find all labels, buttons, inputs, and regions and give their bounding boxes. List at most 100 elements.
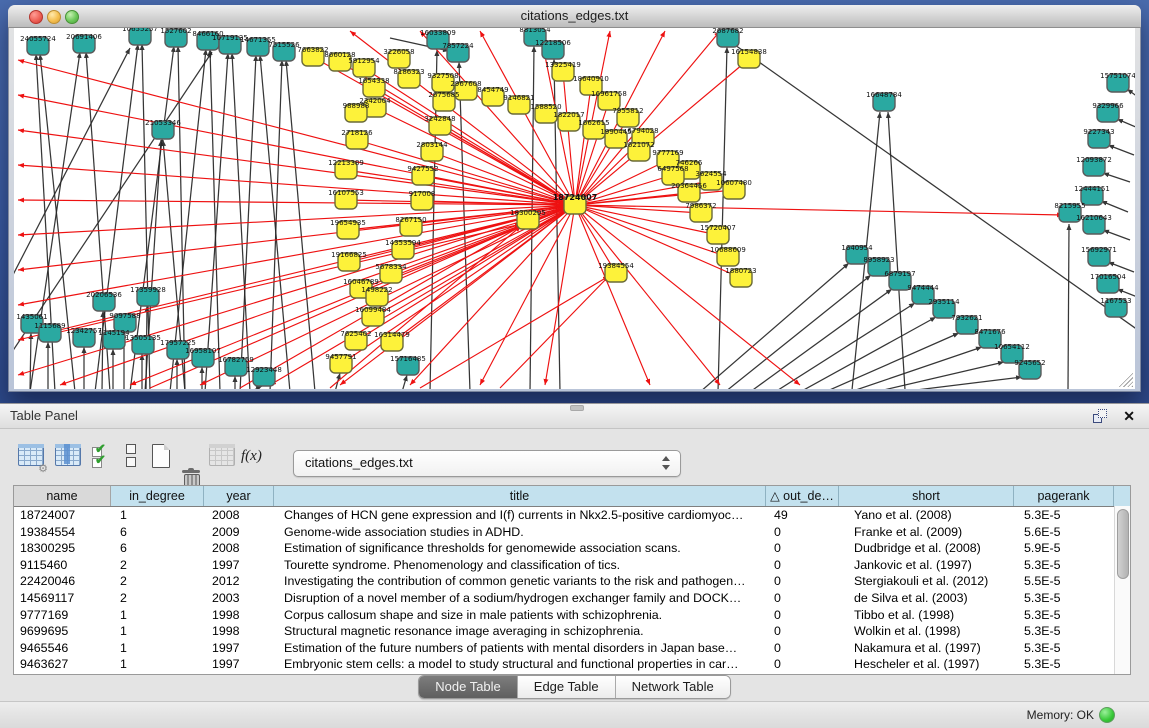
graph-node[interactable]: 8186323	[393, 68, 424, 88]
graph-node-label: 18300295	[510, 209, 546, 217]
new-table-icon[interactable]	[152, 444, 170, 471]
graph-node[interactable]: 5912954	[348, 57, 380, 77]
graph-node[interactable]: 10607480	[716, 179, 752, 199]
table-select-value: citations_edges.txt	[305, 455, 413, 470]
graph-node[interactable]: 10688609	[710, 246, 746, 266]
graph-node[interactable]: 1880723	[725, 267, 756, 287]
graph-node[interactable]: 1498222	[361, 286, 392, 306]
close-panel-icon[interactable]: ✕	[1123, 407, 1135, 425]
column-header-in_degree[interactable]: in_degree	[111, 486, 204, 506]
graph-node[interactable]: 21053346	[145, 119, 181, 139]
graph-node[interactable]: 1621072	[623, 141, 654, 161]
graph-node[interactable]: 16314479	[374, 331, 410, 351]
table-row[interactable]: 1938455462009Genome-wide association stu…	[14, 524, 1130, 541]
graph-node[interactable]: 1115689	[34, 322, 65, 342]
graph-node[interactable]: 7625402	[340, 330, 371, 350]
graph-node[interactable]: 20206536	[86, 291, 122, 311]
graph-node[interactable]: 24055724	[20, 35, 56, 55]
table-row[interactable]: 946362711997Embryonic stem cells: a mode…	[14, 656, 1130, 673]
graph-node[interactable]: 12342757	[66, 327, 102, 347]
graph-node[interactable]: 2718126	[341, 129, 373, 149]
graph-node[interactable]: 10655257	[122, 28, 158, 45]
graph-node-label: 8958923	[863, 256, 894, 264]
column-header-out_degree[interactable]: △ out_de…	[766, 486, 839, 506]
table-row[interactable]: 969969511998Structural magnetic resonanc…	[14, 623, 1130, 640]
graph-node[interactable]: 7955812	[612, 107, 643, 127]
select-all-rows-icon[interactable]: ✔ ✔	[92, 444, 110, 468]
graph-edge	[402, 375, 407, 389]
graph-node[interactable]: 8267150	[395, 216, 426, 236]
graph-node[interactable]: 7986372	[685, 202, 716, 222]
float-panel-icon[interactable]	[1093, 409, 1107, 423]
graph-node[interactable]: 2687682	[712, 28, 743, 47]
table-row[interactable]: 1872400712008Changes of HCN gene express…	[14, 507, 1130, 524]
graph-node[interactable]: 16107553	[328, 189, 364, 209]
graph-node[interactable]: 3242848	[424, 115, 455, 135]
graph-node[interactable]: 988988	[343, 102, 370, 122]
table-row[interactable]: 911546021997Tourette syndrome. Phenomeno…	[14, 557, 1130, 574]
tab-network-table[interactable]: Network Table	[616, 676, 730, 698]
window-titlebar[interactable]: citations_edges.txt	[8, 5, 1141, 28]
cell-out_degree: 0	[766, 623, 839, 640]
import-table-icon[interactable]	[209, 444, 235, 471]
graph-node[interactable]: 917008	[409, 190, 436, 210]
graph-node[interactable]: 9457791	[325, 353, 356, 373]
graph-node[interactable]: 15720407	[700, 224, 736, 244]
graph-node[interactable]: 3226058	[383, 48, 414, 68]
graph-node[interactable]: 20691406	[66, 33, 102, 53]
panel-drag-handle[interactable]	[570, 405, 584, 411]
table-row[interactable]: 946554611997Estimation of the future num…	[14, 640, 1130, 657]
network-graph[interactable]: 2405572420691406106552571527602846616010…	[14, 28, 1135, 389]
vertical-scrollbar[interactable]	[1114, 506, 1130, 674]
graph-node[interactable]: 5678334	[375, 263, 407, 283]
graph-node[interactable]: 17359928	[130, 286, 166, 306]
graph-node[interactable]: 20364456	[671, 182, 707, 202]
graph-node[interactable]: 12093872	[1076, 156, 1112, 176]
cell-pagerank: 5.5E-5	[1014, 573, 1114, 590]
graph-node[interactable]: 15751074	[1100, 72, 1135, 92]
table-row[interactable]: 1456911722003Disruption of a novel membe…	[14, 590, 1130, 607]
table-select-dropdown[interactable]: citations_edges.txt	[293, 450, 681, 477]
graph-node[interactable]: 12218506	[535, 39, 571, 59]
graph-node[interactable]: 9245652	[1014, 359, 1045, 379]
function-builder-icon[interactable]: f(x)	[241, 444, 262, 471]
row-selector-icon[interactable]	[126, 444, 136, 468]
tab-node-table[interactable]: Node Table	[419, 676, 518, 698]
table-row[interactable]: 977716911998Corpus callosum shape and si…	[14, 607, 1130, 624]
network-canvas[interactable]: 2405572420691406106552571527602846616010…	[14, 28, 1135, 389]
table-row[interactable]: 1830029562008Estimation of significance …	[14, 540, 1130, 557]
column-header-title[interactable]: title	[274, 486, 766, 506]
table-row[interactable]: 2242004622012Investigating the contribut…	[14, 573, 1130, 590]
graph-node[interactable]: 1654338	[358, 77, 389, 97]
column-header-short[interactable]: short	[839, 486, 1014, 506]
scrollbar-thumb[interactable]	[1117, 509, 1129, 579]
graph-node[interactable]: 13505135	[125, 334, 161, 354]
graph-node[interactable]: 7857224	[442, 42, 474, 62]
column-header-pagerank[interactable]: pagerank	[1014, 486, 1114, 506]
memory-ok-indicator-icon[interactable]	[1099, 707, 1115, 723]
graph-node[interactable]: 1527602	[160, 28, 191, 47]
graph-node[interactable]: 9427552	[407, 165, 438, 185]
graph-node[interactable]: 12923448	[246, 366, 282, 386]
table-settings-icon[interactable]: ⚙	[18, 444, 44, 471]
graph-node[interactable]: 16648784	[866, 91, 902, 111]
graph-node[interactable]: 16958107	[185, 347, 221, 367]
graph-edge	[875, 362, 1004, 389]
graph-node[interactable]: 2803144	[416, 141, 448, 161]
graph-node[interactable]: 7515526	[268, 41, 300, 61]
graph-node[interactable]: 2675685	[428, 91, 459, 111]
cell-title: Structural magnetic resonance image aver…	[274, 623, 766, 640]
graph-node[interactable]: 16154838	[731, 48, 767, 68]
graph-node[interactable]: 1167533	[1100, 297, 1131, 317]
column-header-name[interactable]: name	[14, 486, 111, 506]
graph-node[interactable]: 9329966	[1092, 102, 1124, 122]
column-header-year[interactable]: year	[204, 486, 274, 506]
graph-node-label: 1654338	[358, 77, 389, 85]
graph-node-label: 9329966	[1092, 102, 1124, 110]
graph-node[interactable]: 9227343	[1083, 128, 1114, 148]
cell-name: 9463627	[14, 656, 111, 673]
tab-edge-table[interactable]: Edge Table	[518, 676, 616, 698]
edit-columns-icon[interactable]	[55, 444, 81, 471]
cell-pagerank: 5.3E-5	[1014, 507, 1114, 524]
graph-node[interactable]: 15716485	[390, 355, 426, 375]
